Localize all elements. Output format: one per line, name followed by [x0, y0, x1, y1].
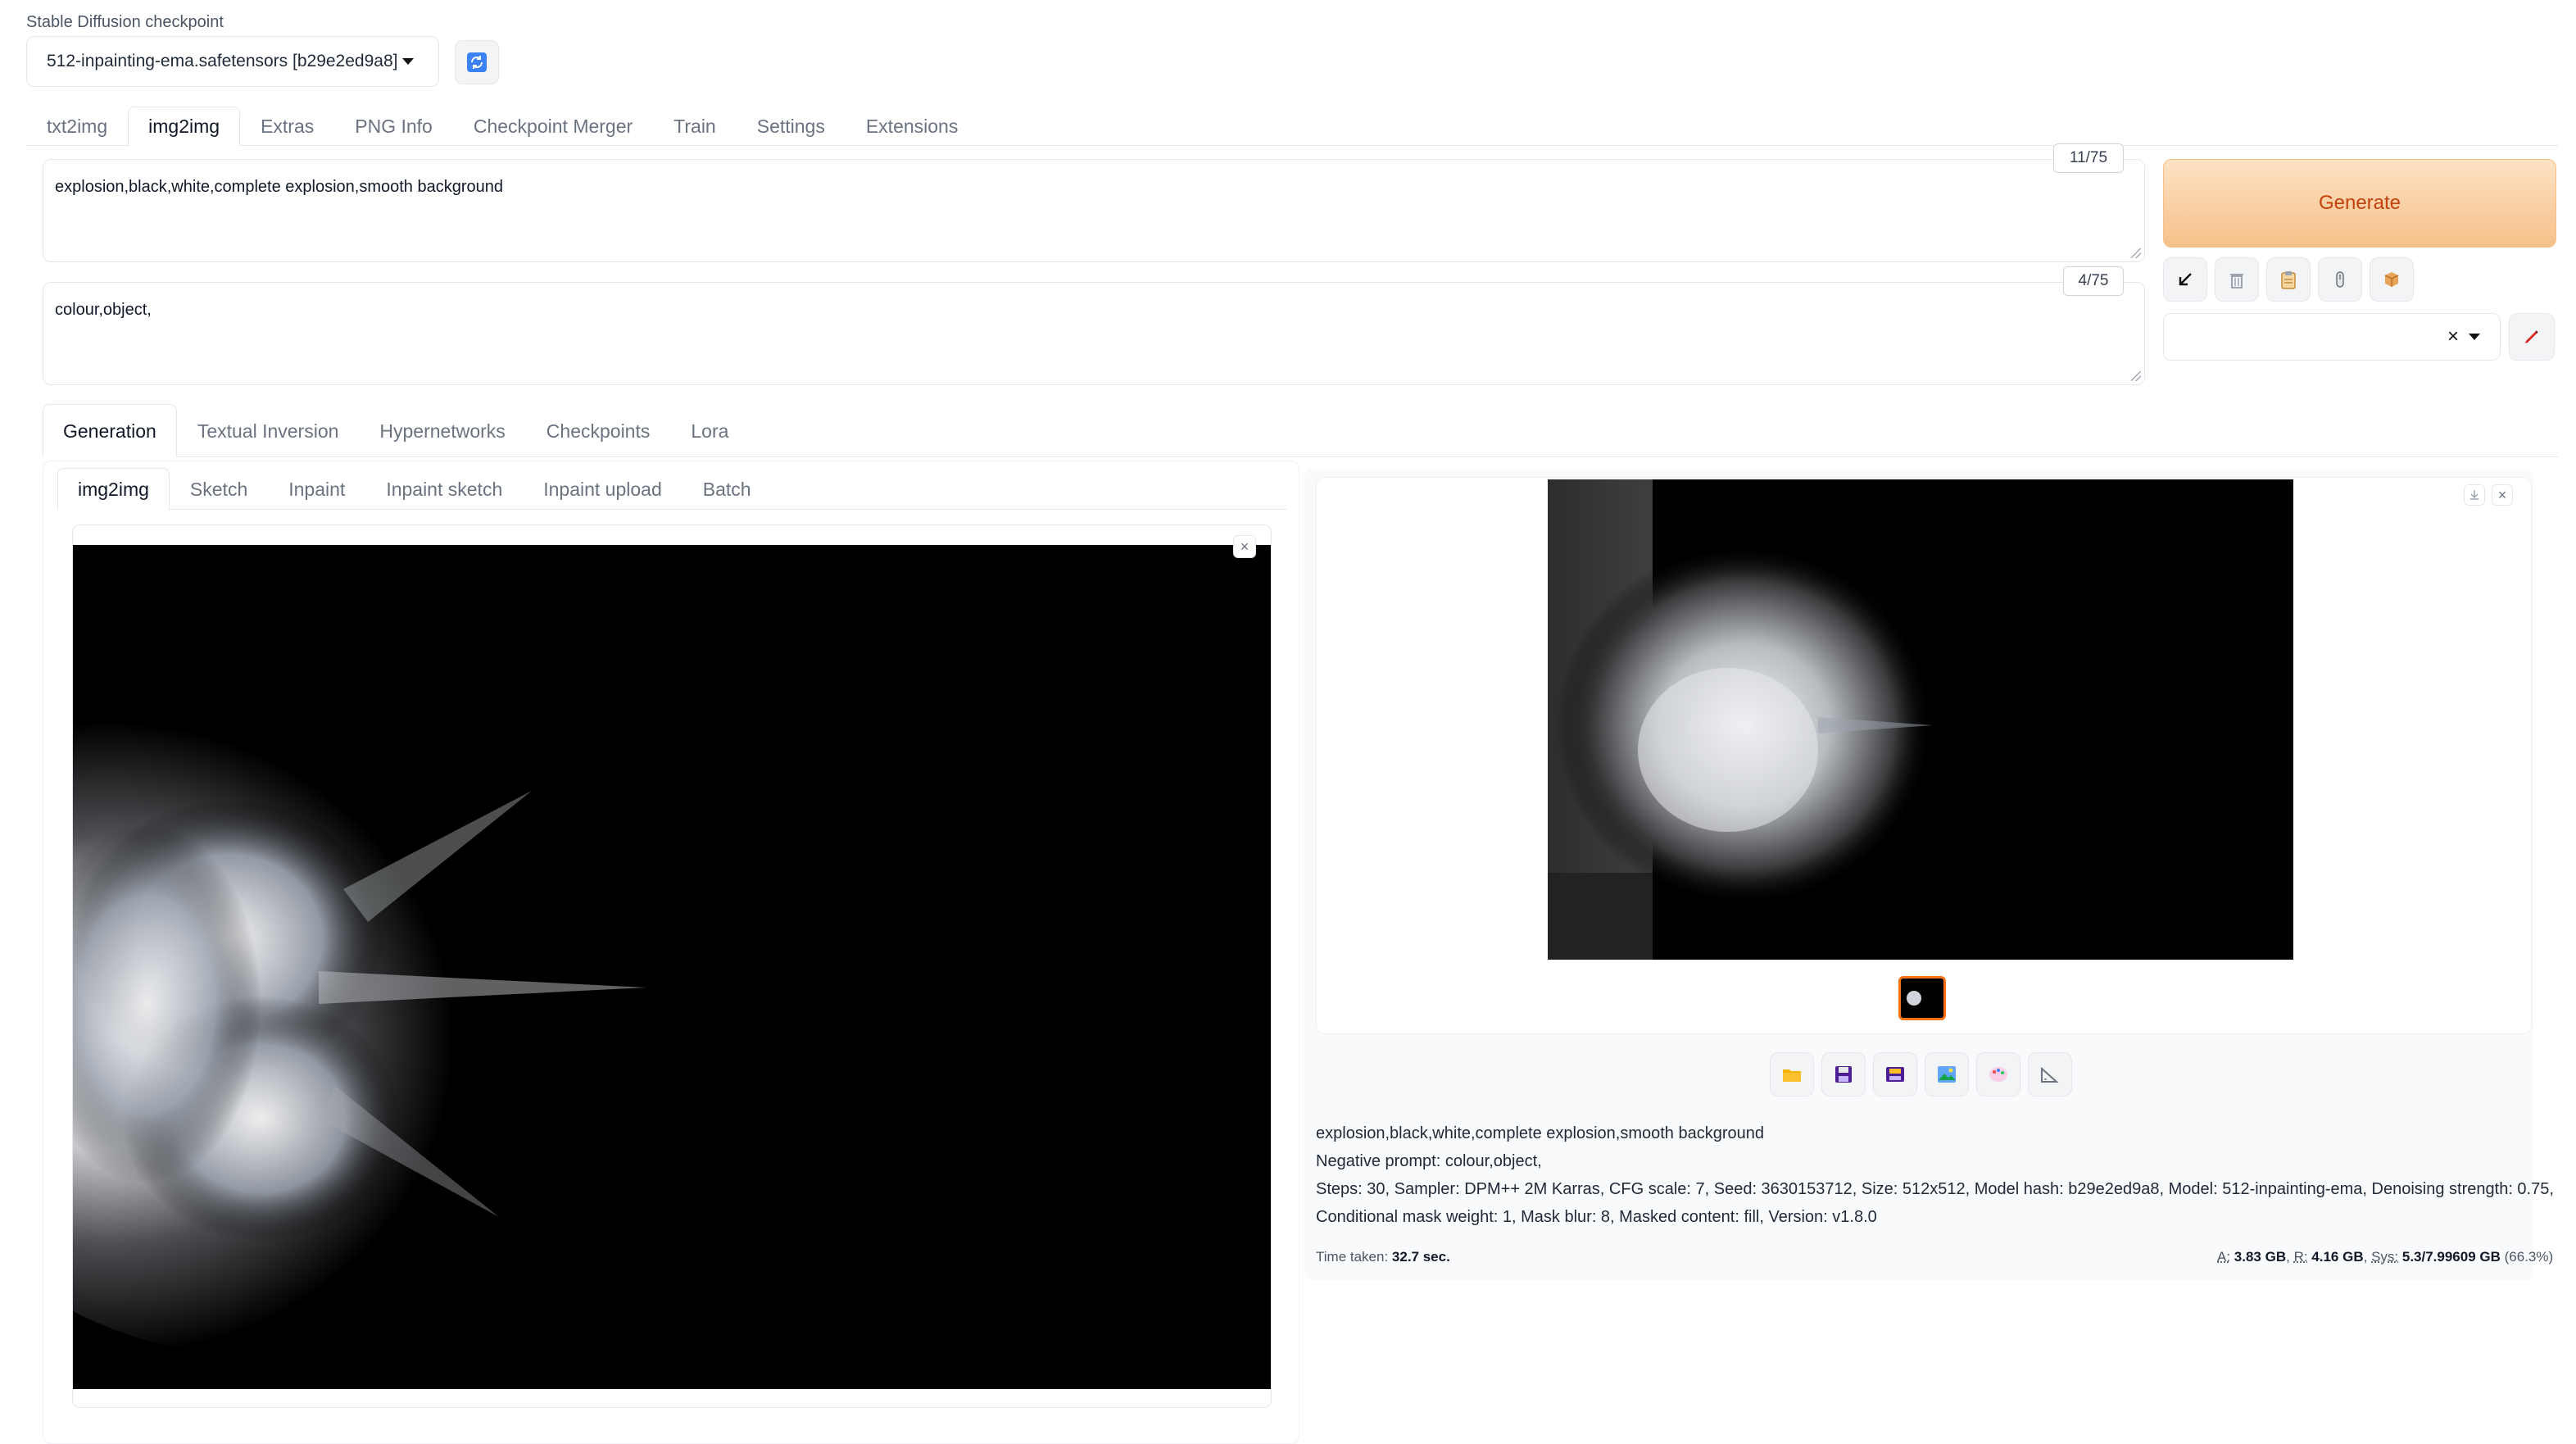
- refresh-icon: [466, 52, 488, 73]
- save-icon: [1834, 1065, 1853, 1083]
- remove-image-button[interactable]: ×: [1233, 535, 1256, 558]
- download-button[interactable]: [2464, 484, 2485, 506]
- prompt-token-counter: 11/75: [2053, 143, 2124, 173]
- box-icon: [2383, 270, 2401, 288]
- extra-networks-tabbar: Generation Textual Inversion Hypernetwor…: [43, 405, 2558, 457]
- styles-dropdown[interactable]: ×: [2163, 313, 2501, 361]
- mem-r-label: R:: [2294, 1249, 2308, 1265]
- mem-sys-label: Sys:: [2371, 1249, 2398, 1265]
- paste-styles-button[interactable]: [2266, 257, 2311, 302]
- tab-mode-sketch[interactable]: Sketch: [170, 469, 268, 509]
- info-params-continued: Conditional mask weight: 1, Mask blur: 8…: [1316, 1203, 2528, 1231]
- prompt-text: explosion,black,white,complete explosion…: [55, 178, 503, 196]
- close-icon: ×: [1240, 538, 1249, 556]
- thumbnail-image: [1901, 979, 1943, 1018]
- resize-handle-icon[interactable]: [2131, 371, 2141, 381]
- generate-label: Generate: [2319, 192, 2401, 215]
- mem-a-value: 3.83 GB: [2234, 1249, 2286, 1265]
- info-negative-prompt: Negative prompt: colour,object,: [1316, 1147, 2528, 1175]
- tab-lora[interactable]: Lora: [670, 405, 749, 456]
- prompt-input[interactable]: explosion,black,white,complete explosion…: [43, 159, 2145, 262]
- paint-icon: [2332, 270, 2348, 289]
- save-button[interactable]: [1821, 1052, 1866, 1097]
- extra-networks-button[interactable]: [2318, 257, 2362, 302]
- tab-extras[interactable]: Extras: [240, 107, 334, 145]
- tab-train[interactable]: Train: [653, 107, 737, 145]
- tab-txt2img[interactable]: txt2img: [26, 107, 128, 145]
- apply-styles-button[interactable]: [2370, 257, 2414, 302]
- edit-styles-button[interactable]: [2509, 313, 2555, 361]
- main-tabbar: txt2img img2img Extras PNG Info Checkpoi…: [26, 107, 2558, 146]
- input-image: [73, 545, 1271, 1389]
- image-upload-area[interactable]: ×: [72, 524, 1272, 1408]
- zip-icon: [1885, 1065, 1905, 1083]
- arrow-icon: [2176, 270, 2194, 288]
- negative-token-counter: 4/75: [2063, 266, 2124, 296]
- clear-prompt-button[interactable]: [2215, 257, 2259, 302]
- tab-png-info[interactable]: PNG Info: [334, 107, 453, 145]
- checkpoint-dropdown[interactable]: 512-inpainting-ema.safetensors [b29e2ed9…: [26, 36, 439, 87]
- folder-icon: [1782, 1066, 1802, 1083]
- time-label: Time taken:: [1316, 1249, 1388, 1265]
- tab-settings[interactable]: Settings: [737, 107, 846, 145]
- open-folder-button[interactable]: [1770, 1052, 1814, 1097]
- tab-checkpoints[interactable]: Checkpoints: [526, 405, 671, 456]
- checkpoint-value: 512-inpainting-ema.safetensors [b29e2ed9…: [47, 52, 397, 71]
- read-params-button[interactable]: [2163, 257, 2207, 302]
- mode-tabbar: img2img Sketch Inpaint Inpaint sketch In…: [57, 469, 1286, 510]
- ruler-icon: [2040, 1065, 2060, 1083]
- time-taken: Time taken: 32.7 sec.: [1316, 1249, 1450, 1265]
- generate-button[interactable]: Generate: [2163, 159, 2556, 247]
- send-to-img2img-button[interactable]: [1925, 1052, 1969, 1097]
- tab-mode-img2img[interactable]: img2img: [57, 468, 170, 510]
- chevron-down-icon: [2469, 334, 2480, 340]
- download-icon: [2469, 489, 2480, 501]
- tab-img2img[interactable]: img2img: [128, 107, 240, 146]
- tab-mode-batch[interactable]: Batch: [683, 469, 772, 509]
- close-icon: ×: [2498, 487, 2507, 504]
- memory-stats: A: 3.83 GB, R: 4.16 GB, Sys: 5.3/7.99609…: [2217, 1249, 2528, 1265]
- tab-hypernetworks[interactable]: Hypernetworks: [359, 405, 525, 456]
- tab-checkpoint-merger[interactable]: Checkpoint Merger: [453, 107, 653, 145]
- send-to-inpaint-button[interactable]: [1976, 1052, 2020, 1097]
- time-value: 32.7 sec.: [1392, 1249, 1450, 1265]
- negative-prompt-text: colour,object,: [55, 301, 152, 319]
- explosion-output-image: [1548, 479, 2293, 960]
- clear-icon[interactable]: ×: [2447, 325, 2459, 348]
- tab-mode-inpaint-upload[interactable]: Inpaint upload: [523, 469, 683, 509]
- tab-generation[interactable]: Generation: [43, 404, 177, 457]
- image-icon: [1937, 1065, 1957, 1083]
- zip-button[interactable]: [1873, 1052, 1917, 1097]
- tab-extensions[interactable]: Extensions: [846, 107, 979, 145]
- gallery-thumbnail[interactable]: [1898, 976, 1946, 1020]
- palette-icon: [1989, 1065, 2008, 1083]
- tab-textual-inversion[interactable]: Textual Inversion: [177, 405, 360, 456]
- negative-prompt-input[interactable]: colour,object,: [43, 282, 2145, 385]
- generation-info: explosion,black,white,complete explosion…: [1316, 1119, 2528, 1231]
- info-params: Steps: 30, Sampler: DPM++ 2M Karras, CFG…: [1316, 1175, 2528, 1203]
- mem-sys-value: 5.3/7.99609 GB: [2402, 1249, 2501, 1265]
- clipboard-icon: [2279, 270, 2297, 289]
- explosion-image: [73, 545, 1271, 1389]
- mem-r-value: 4.16 GB: [2311, 1249, 2363, 1265]
- output-image[interactable]: [1548, 479, 2293, 960]
- output-gallery: ×: [1316, 477, 2532, 1034]
- close-gallery-button[interactable]: ×: [2492, 484, 2513, 506]
- resize-handle-icon[interactable]: [2131, 248, 2141, 258]
- pencil-icon: [2522, 327, 2542, 347]
- mem-a-label: A:: [2217, 1249, 2230, 1265]
- info-prompt: explosion,black,white,complete explosion…: [1316, 1119, 2528, 1147]
- chevron-down-icon: [402, 58, 414, 65]
- trash-icon: [2228, 270, 2246, 289]
- refresh-checkpoint-button[interactable]: [455, 40, 499, 84]
- tab-mode-inpaint-sketch[interactable]: Inpaint sketch: [365, 469, 523, 509]
- send-to-extras-button[interactable]: [2028, 1052, 2072, 1097]
- tab-mode-inpaint[interactable]: Inpaint: [268, 469, 365, 509]
- mem-sys-pct: (66.3%): [2505, 1249, 2554, 1265]
- checkpoint-label: Stable Diffusion checkpoint: [26, 13, 224, 32]
